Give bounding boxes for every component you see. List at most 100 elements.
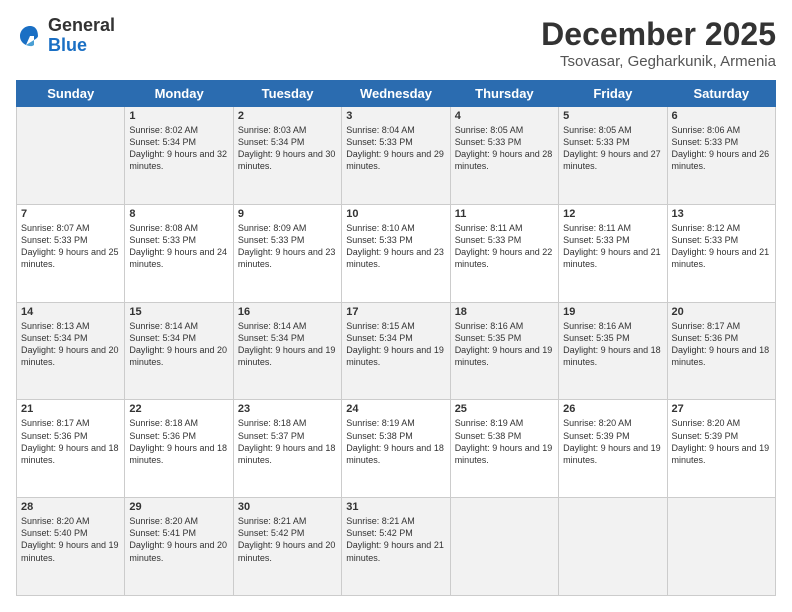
daylight-label: Daylight: 9 hours and 18 minutes.	[563, 345, 661, 367]
sunset-label: Sunset: 5:38 PM	[346, 431, 413, 441]
daylight-label: Daylight: 9 hours and 21 minutes.	[563, 247, 661, 269]
table-row: 13 Sunrise: 8:12 AM Sunset: 5:33 PM Dayl…	[667, 204, 775, 302]
daylight-label: Daylight: 9 hours and 24 minutes.	[129, 247, 227, 269]
sunrise-label: Sunrise: 8:21 AM	[238, 516, 307, 526]
sunrise-label: Sunrise: 8:19 AM	[455, 418, 524, 428]
table-row: 8 Sunrise: 8:08 AM Sunset: 5:33 PM Dayli…	[125, 204, 233, 302]
day-number: 30	[238, 501, 337, 513]
daylight-label: Daylight: 9 hours and 18 minutes.	[129, 443, 227, 465]
table-row: 11 Sunrise: 8:11 AM Sunset: 5:33 PM Dayl…	[450, 204, 558, 302]
daylight-label: Daylight: 9 hours and 23 minutes.	[238, 247, 336, 269]
day-number: 8	[129, 208, 228, 220]
sunset-label: Sunset: 5:36 PM	[129, 431, 196, 441]
sunrise-label: Sunrise: 8:06 AM	[672, 125, 741, 135]
day-info: Sunrise: 8:20 AM Sunset: 5:41 PM Dayligh…	[129, 515, 228, 564]
daylight-label: Daylight: 9 hours and 19 minutes.	[672, 443, 770, 465]
sunrise-label: Sunrise: 8:02 AM	[129, 125, 198, 135]
calendar-week-row: 14 Sunrise: 8:13 AM Sunset: 5:34 PM Dayl…	[17, 302, 776, 400]
daylight-label: Daylight: 9 hours and 19 minutes.	[455, 345, 553, 367]
table-row	[17, 107, 125, 205]
table-row: 27 Sunrise: 8:20 AM Sunset: 5:39 PM Dayl…	[667, 400, 775, 498]
sunrise-label: Sunrise: 8:14 AM	[129, 321, 198, 331]
daylight-label: Daylight: 9 hours and 26 minutes.	[672, 149, 770, 171]
sunrise-label: Sunrise: 8:09 AM	[238, 223, 307, 233]
table-row: 30 Sunrise: 8:21 AM Sunset: 5:42 PM Dayl…	[233, 498, 341, 596]
day-number: 28	[21, 501, 120, 513]
sunset-label: Sunset: 5:33 PM	[563, 235, 630, 245]
day-info: Sunrise: 8:19 AM Sunset: 5:38 PM Dayligh…	[346, 417, 445, 466]
sunset-label: Sunset: 5:33 PM	[455, 235, 522, 245]
daylight-label: Daylight: 9 hours and 19 minutes.	[21, 540, 119, 562]
day-number: 15	[129, 306, 228, 318]
day-info: Sunrise: 8:14 AM Sunset: 5:34 PM Dayligh…	[238, 320, 337, 369]
logo-text: General Blue	[48, 16, 115, 56]
calendar-week-row: 1 Sunrise: 8:02 AM Sunset: 5:34 PM Dayli…	[17, 107, 776, 205]
table-row: 21 Sunrise: 8:17 AM Sunset: 5:36 PM Dayl…	[17, 400, 125, 498]
day-number: 27	[672, 403, 771, 415]
sunrise-label: Sunrise: 8:17 AM	[672, 321, 741, 331]
day-number: 25	[455, 403, 554, 415]
sunrise-label: Sunrise: 8:10 AM	[346, 223, 415, 233]
table-row: 15 Sunrise: 8:14 AM Sunset: 5:34 PM Dayl…	[125, 302, 233, 400]
header-friday: Friday	[559, 81, 667, 107]
day-info: Sunrise: 8:17 AM Sunset: 5:36 PM Dayligh…	[21, 417, 120, 466]
sunrise-label: Sunrise: 8:20 AM	[21, 516, 90, 526]
day-info: Sunrise: 8:04 AM Sunset: 5:33 PM Dayligh…	[346, 124, 445, 173]
sunset-label: Sunset: 5:39 PM	[563, 431, 630, 441]
sunset-label: Sunset: 5:42 PM	[346, 528, 413, 538]
day-info: Sunrise: 8:07 AM Sunset: 5:33 PM Dayligh…	[21, 222, 120, 271]
sunset-label: Sunset: 5:34 PM	[238, 333, 305, 343]
day-number: 4	[455, 110, 554, 122]
day-info: Sunrise: 8:20 AM Sunset: 5:39 PM Dayligh…	[563, 417, 662, 466]
daylight-label: Daylight: 9 hours and 19 minutes.	[563, 443, 661, 465]
sunset-label: Sunset: 5:33 PM	[129, 235, 196, 245]
table-row: 14 Sunrise: 8:13 AM Sunset: 5:34 PM Dayl…	[17, 302, 125, 400]
sunrise-label: Sunrise: 8:20 AM	[129, 516, 198, 526]
table-row: 31 Sunrise: 8:21 AM Sunset: 5:42 PM Dayl…	[342, 498, 450, 596]
day-number: 6	[672, 110, 771, 122]
day-info: Sunrise: 8:02 AM Sunset: 5:34 PM Dayligh…	[129, 124, 228, 173]
daylight-label: Daylight: 9 hours and 20 minutes.	[21, 345, 119, 367]
daylight-label: Daylight: 9 hours and 20 minutes.	[129, 540, 227, 562]
day-number: 12	[563, 208, 662, 220]
day-number: 5	[563, 110, 662, 122]
table-row: 23 Sunrise: 8:18 AM Sunset: 5:37 PM Dayl…	[233, 400, 341, 498]
sunset-label: Sunset: 5:36 PM	[672, 333, 739, 343]
day-number: 13	[672, 208, 771, 220]
day-info: Sunrise: 8:05 AM Sunset: 5:33 PM Dayligh…	[455, 124, 554, 173]
day-info: Sunrise: 8:12 AM Sunset: 5:33 PM Dayligh…	[672, 222, 771, 271]
day-number: 10	[346, 208, 445, 220]
daylight-label: Daylight: 9 hours and 22 minutes.	[455, 247, 553, 269]
daylight-label: Daylight: 9 hours and 19 minutes.	[346, 345, 444, 367]
table-row: 16 Sunrise: 8:14 AM Sunset: 5:34 PM Dayl…	[233, 302, 341, 400]
daylight-label: Daylight: 9 hours and 19 minutes.	[455, 443, 553, 465]
day-number: 23	[238, 403, 337, 415]
sunrise-label: Sunrise: 8:15 AM	[346, 321, 415, 331]
sunset-label: Sunset: 5:33 PM	[672, 137, 739, 147]
page: General Blue December 2025 Tsovasar, Geg…	[0, 0, 792, 612]
daylight-label: Daylight: 9 hours and 18 minutes.	[238, 443, 336, 465]
daylight-label: Daylight: 9 hours and 21 minutes.	[346, 540, 444, 562]
day-info: Sunrise: 8:06 AM Sunset: 5:33 PM Dayligh…	[672, 124, 771, 173]
day-number: 19	[563, 306, 662, 318]
day-info: Sunrise: 8:21 AM Sunset: 5:42 PM Dayligh…	[238, 515, 337, 564]
sunset-label: Sunset: 5:33 PM	[672, 235, 739, 245]
sunrise-label: Sunrise: 8:21 AM	[346, 516, 415, 526]
sunset-label: Sunset: 5:33 PM	[21, 235, 88, 245]
table-row: 20 Sunrise: 8:17 AM Sunset: 5:36 PM Dayl…	[667, 302, 775, 400]
sunrise-label: Sunrise: 8:16 AM	[455, 321, 524, 331]
sunrise-label: Sunrise: 8:14 AM	[238, 321, 307, 331]
day-number: 31	[346, 501, 445, 513]
daylight-label: Daylight: 9 hours and 28 minutes.	[455, 149, 553, 171]
daylight-label: Daylight: 9 hours and 21 minutes.	[672, 247, 770, 269]
logo-icon	[16, 22, 44, 50]
calendar-week-row: 28 Sunrise: 8:20 AM Sunset: 5:40 PM Dayl…	[17, 498, 776, 596]
subtitle: Tsovasar, Gegharkunik, Armenia	[541, 53, 776, 70]
sunset-label: Sunset: 5:39 PM	[672, 431, 739, 441]
day-number: 16	[238, 306, 337, 318]
table-row	[559, 498, 667, 596]
sunset-label: Sunset: 5:33 PM	[346, 137, 413, 147]
table-row: 22 Sunrise: 8:18 AM Sunset: 5:36 PM Dayl…	[125, 400, 233, 498]
weekday-header-row: Sunday Monday Tuesday Wednesday Thursday…	[17, 81, 776, 107]
sunset-label: Sunset: 5:37 PM	[238, 431, 305, 441]
